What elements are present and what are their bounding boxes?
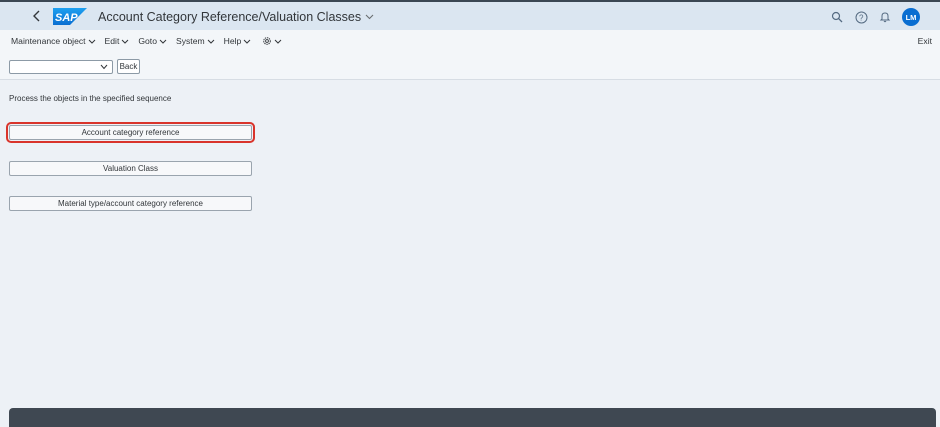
footer-bar [9,408,936,427]
chevron-down-icon [100,64,108,70]
notification-bell-icon[interactable] [874,6,896,28]
app-title[interactable]: Account Category Reference/Valuation Cla… [98,10,374,24]
menu-goto[interactable]: Goto [138,36,167,46]
toolbar: Back [0,52,940,80]
gear-icon [263,37,272,45]
command-dropdown[interactable] [9,60,113,74]
menu-label: Goto [138,36,157,46]
svg-text:?: ? [859,13,864,22]
menu-maintenance-object[interactable]: Maintenance object [11,36,96,46]
material-type-account-category-reference-button[interactable]: Material type/account category reference [9,196,252,211]
search-icon[interactable] [826,6,848,28]
account-category-reference-button[interactable]: Account category reference [6,122,255,143]
app-title-text: Account Category Reference/Valuation Cla… [98,10,362,24]
chevron-down-icon [207,39,214,44]
menu-settings[interactable] [260,36,282,46]
menu-label: Help [223,36,242,46]
help-icon[interactable]: ? [850,6,872,28]
valuation-class-button[interactable]: Valuation Class [9,161,252,176]
avatar[interactable]: LM [902,8,920,26]
menu-edit[interactable]: Edit [105,36,130,46]
back-button[interactable]: Back [117,59,140,74]
instruction-text: Process the objects in the specified seq… [9,94,172,103]
menu-system[interactable]: System [176,36,215,46]
menu-bar: Maintenance object Edit Goto System Help [0,30,940,52]
sap-logo-text: SAP [55,12,78,24]
chevron-down-icon [243,39,251,44]
exit-button[interactable]: Exit [918,36,932,46]
menu-help[interactable]: Help [224,36,252,46]
shell-header: SAP Account Category Reference/Valuation… [0,0,940,30]
back-icon[interactable] [28,7,46,25]
chevron-down-icon [365,14,374,20]
chevron-down-icon [159,39,167,44]
menu-label: Edit [104,36,120,46]
chevron-down-icon [88,39,95,44]
chevron-down-icon [274,39,282,44]
menu-label: Maintenance object [11,36,86,46]
chevron-down-icon [121,39,129,44]
shell-actions: ? LM [824,6,920,28]
sap-logo[interactable]: SAP [53,8,87,25]
menu-label: System [175,36,205,46]
